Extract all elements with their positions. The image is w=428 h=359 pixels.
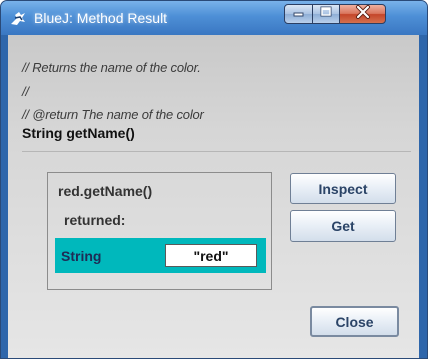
- separator-line: [22, 151, 411, 152]
- minimize-button[interactable]: [284, 4, 313, 24]
- get-button[interactable]: Get: [290, 210, 396, 242]
- close-button[interactable]: Close: [310, 306, 399, 337]
- inspect-button[interactable]: Inspect: [290, 173, 396, 204]
- return-value-field[interactable]: "red": [165, 244, 257, 267]
- maximize-button[interactable]: [312, 4, 340, 24]
- minimize-icon: [292, 5, 306, 23]
- bluej-app-icon: [9, 9, 27, 27]
- returned-label: returned:: [64, 212, 126, 228]
- returned-value-row[interactable]: String "red": [55, 238, 266, 273]
- close-icon: [355, 4, 371, 24]
- method-signature: String getName(): [22, 125, 135, 141]
- method-comment-line: // Returns the name of the color.: [22, 60, 201, 75]
- method-comment-line: // @return The name of the color: [22, 107, 204, 122]
- method-call-label: red.getName(): [58, 183, 153, 199]
- maximize-icon: [319, 5, 333, 24]
- method-comment-line: //: [22, 84, 29, 99]
- return-type-label: String: [61, 248, 102, 264]
- window-title: BlueJ: Method Result: [34, 10, 168, 26]
- close-window-button[interactable]: [339, 4, 386, 24]
- title-bar[interactable]: BlueJ: Method Result: [1, 1, 427, 35]
